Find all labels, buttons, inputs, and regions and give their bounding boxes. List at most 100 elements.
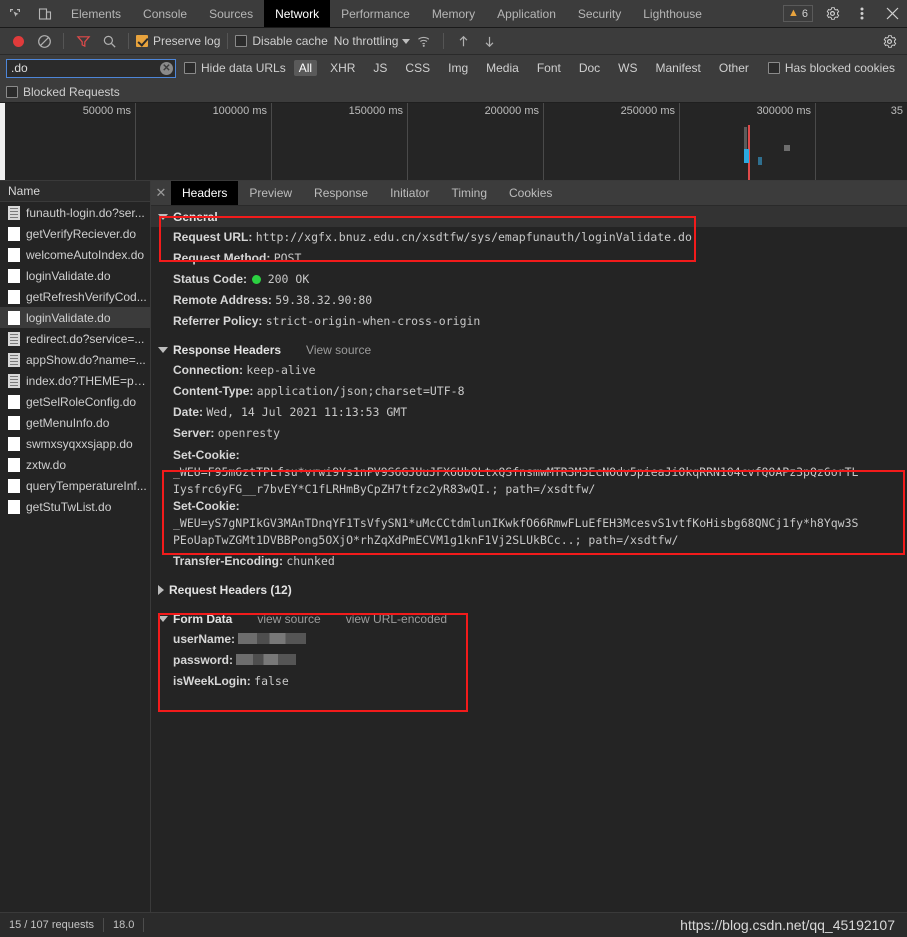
request-headers-section-header[interactable]: Request Headers (12) — [151, 579, 907, 600]
filter-input[interactable] — [6, 58, 176, 78]
blocked-requests-label: Blocked Requests — [23, 84, 120, 99]
detail-tab-preview[interactable]: Preview — [238, 181, 303, 205]
close-icon[interactable] — [877, 0, 907, 27]
gear-icon[interactable] — [817, 0, 847, 27]
detail-tab-label: Response — [314, 186, 369, 200]
request-row[interactable]: index.do?THEME=pu... — [0, 370, 150, 391]
filter-type-font[interactable]: Font — [532, 60, 566, 76]
request-row[interactable]: loginValidate.do — [0, 265, 150, 286]
redacted-password-value — [236, 654, 297, 665]
request-row[interactable]: appShow.do?name=... — [0, 349, 150, 370]
document-file-icon — [8, 352, 20, 367]
filter-type-label: WS — [618, 61, 638, 75]
request-row[interactable]: getRefreshVerifyCod... — [0, 286, 150, 307]
view-source-link[interactable]: View source — [306, 343, 371, 357]
request-row-selected[interactable]: loginValidate.do — [0, 307, 150, 328]
response-header-connection: Connection: keep-alive — [151, 360, 907, 381]
throttling-dropdown[interactable]: No throttling — [334, 34, 411, 48]
request-list-header[interactable]: Name — [0, 181, 150, 202]
overview-tick-label: 200000 ms — [484, 105, 539, 117]
general-row-status-code: Status Code: 200 OK — [151, 269, 907, 290]
clear-button[interactable] — [32, 30, 56, 52]
network-conditions-icon[interactable] — [412, 30, 436, 52]
request-detail-pane: ✕ Headers Preview Response Initiator Tim… — [151, 181, 907, 912]
panel-tab-sources[interactable]: Sources — [198, 0, 264, 27]
import-har-icon[interactable] — [451, 30, 475, 52]
panel-tab-lighthouse[interactable]: Lighthouse — [632, 0, 713, 27]
warning-count-badge[interactable]: ▲ 6 — [782, 5, 813, 22]
request-row[interactable]: getSelRoleConfig.do — [0, 391, 150, 412]
has-blocked-cookies-checkbox[interactable]: Has blocked cookies — [767, 61, 895, 75]
response-headers-section-header[interactable]: Response Headers View source — [151, 339, 907, 360]
device-toolbar-icon[interactable] — [30, 0, 60, 27]
blocked-requests-checkbox[interactable]: Blocked Requests — [6, 85, 120, 99]
request-name: getMenuInfo.do — [26, 415, 110, 430]
panel-tab-performance[interactable]: Performance — [330, 0, 421, 27]
preserve-log-checkbox-box — [136, 35, 148, 47]
filter-type-all[interactable]: All — [293, 60, 318, 76]
panel-tab-elements[interactable]: Elements — [60, 0, 132, 27]
network-settings-gear-icon[interactable] — [877, 30, 901, 52]
filter-type-img[interactable]: Img — [443, 60, 473, 76]
close-detail-icon[interactable]: ✕ — [151, 181, 171, 205]
panel-tab-security[interactable]: Security — [567, 0, 632, 27]
filter-type-css[interactable]: CSS — [400, 60, 435, 76]
filter-type-xhr[interactable]: XHR — [325, 60, 360, 76]
request-row[interactable]: redirect.do?service=... — [0, 328, 150, 349]
search-icon[interactable] — [97, 30, 121, 52]
request-row[interactable]: swmxsyqxxsjapp.do — [0, 433, 150, 454]
document-file-icon — [8, 373, 20, 388]
document-file-icon — [8, 331, 20, 346]
panel-tab-label: Elements — [71, 6, 122, 21]
network-overview-timeline[interactable]: 50000 ms 100000 ms 150000 ms 200000 ms 2… — [0, 103, 907, 181]
disable-cache-checkbox[interactable]: Disable cache — [235, 34, 328, 48]
overview-tick: 100000 ms — [136, 103, 272, 180]
form-field-key: userName: — [173, 632, 236, 646]
detail-tab-response[interactable]: Response — [303, 181, 379, 205]
preserve-log-checkbox[interactable]: Preserve log — [136, 34, 220, 48]
panel-tab-console[interactable]: Console — [132, 0, 198, 27]
hide-data-urls-checkbox[interactable]: Hide data URLs — [184, 61, 286, 75]
request-row[interactable]: getMenuInfo.do — [0, 412, 150, 433]
panel-tab-network[interactable]: Network — [264, 0, 331, 27]
export-har-icon[interactable] — [477, 30, 501, 52]
view-source-link[interactable]: view source — [257, 612, 320, 626]
filter-type-ws[interactable]: WS — [613, 60, 642, 76]
form-data-section-header[interactable]: Form Data view source view URL-encoded — [151, 608, 907, 629]
filter-type-manifest[interactable]: Manifest — [651, 60, 706, 76]
throttling-label: No throttling — [333, 34, 399, 48]
overview-request-bar — [758, 157, 762, 165]
detail-tab-headers[interactable]: Headers — [171, 181, 239, 205]
headers-panel: General Request URL: http://xgfx.bnuz.ed… — [151, 206, 907, 912]
request-row[interactable]: welcomeAutoIndex.do — [0, 244, 150, 265]
request-row[interactable]: zxtw.do — [0, 454, 150, 475]
clear-filter-icon[interactable]: ✕ — [160, 61, 173, 75]
header-key: Content-Type: — [173, 384, 254, 398]
panel-tab-application[interactable]: Application — [486, 0, 567, 27]
request-row[interactable]: queryTemperatureInf... — [0, 475, 150, 496]
filter-type-other[interactable]: Other — [714, 60, 754, 76]
filter-type-media[interactable]: Media — [481, 60, 524, 76]
response-header-set-cookie-2: Set-Cookie: _WEU=yS7gNPIkGV3MAnTDnqYF1Ts… — [151, 498, 907, 532]
header-key: Status Code: — [173, 272, 248, 286]
request-row[interactable]: getVerifyReciever.do — [0, 223, 150, 244]
request-row[interactable]: funauth-login.do?ser... — [0, 202, 150, 223]
overview-tick-label: 35 — [890, 105, 903, 117]
panel-tab-memory[interactable]: Memory — [421, 0, 486, 27]
filter-icon[interactable] — [71, 30, 95, 52]
xhr-file-icon — [8, 247, 20, 262]
detail-tab-initiator[interactable]: Initiator — [379, 181, 440, 205]
inspect-element-icon[interactable] — [0, 0, 30, 27]
request-headers-section-title: Request Headers (12) — [169, 582, 292, 597]
header-key: Remote Address: — [173, 293, 272, 307]
view-url-encoded-link[interactable]: view URL-encoded — [346, 612, 447, 626]
request-row[interactable]: getStuTwList.do — [0, 496, 150, 517]
record-button[interactable] — [6, 30, 30, 52]
general-section-header[interactable]: General — [151, 206, 907, 227]
filter-type-doc[interactable]: Doc — [574, 60, 605, 76]
detail-tab-timing[interactable]: Timing — [440, 181, 498, 205]
filter-type-js[interactable]: JS — [368, 60, 392, 76]
kebab-menu-icon[interactable] — [847, 0, 877, 27]
header-value: 200 OK — [267, 272, 310, 286]
detail-tab-cookies[interactable]: Cookies — [498, 181, 563, 205]
